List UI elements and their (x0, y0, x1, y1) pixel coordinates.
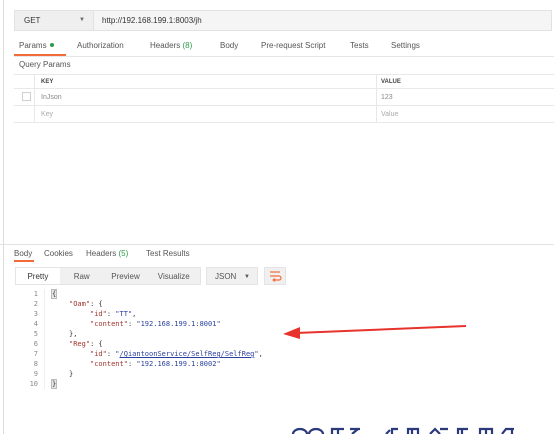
red-annotation-arrow (283, 325, 467, 339)
watermark-graphic (291, 427, 514, 434)
